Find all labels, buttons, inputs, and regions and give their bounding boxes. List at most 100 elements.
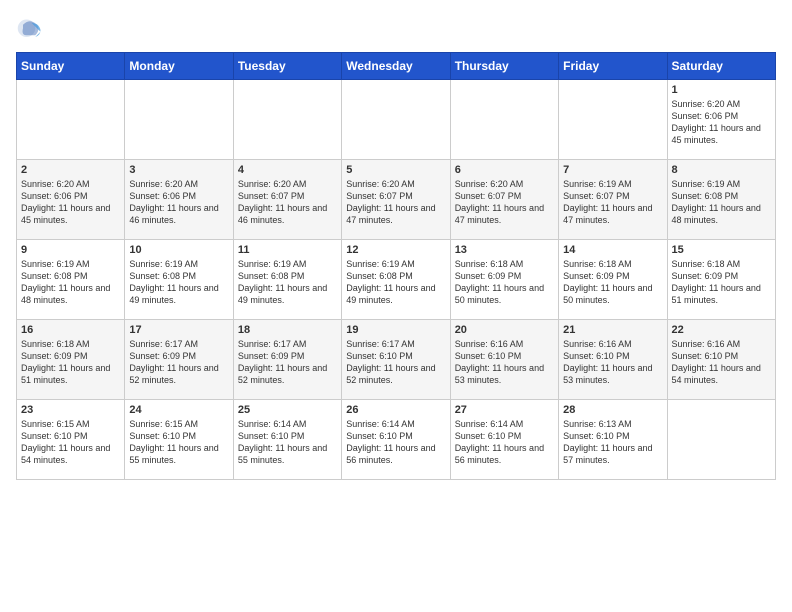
day-info: Sunrise: 6:14 AM Sunset: 6:10 PM Dayligh… [346, 418, 445, 467]
weekday-header-monday: Monday [125, 53, 233, 80]
calendar-cell: 5Sunrise: 6:20 AM Sunset: 6:07 PM Daylig… [342, 160, 450, 240]
day-info: Sunrise: 6:17 AM Sunset: 6:10 PM Dayligh… [346, 338, 445, 387]
day-number: 8 [672, 164, 771, 176]
calendar-cell: 12 Sunrise: 6:19 AM Sunset: 6:08 PM Dayli… [342, 240, 450, 320]
day-info: Sunrise: 6:19 AM Sunset: 6:08 PM Dayligh… [21, 258, 120, 307]
calendar-cell: 7 Sunrise: 6:19 AM Sunset: 6:07 PM Daylig… [559, 160, 667, 240]
calendar-cell: 25Sunrise: 6:14 AM Sunset: 6:10 PM Dayli… [233, 400, 341, 480]
day-info: Sunrise: 6:17 AM Sunset: 6:09 PM Dayligh… [238, 338, 337, 387]
calendar-cell [125, 80, 233, 160]
day-number: 7 [563, 164, 662, 176]
day-number: 26 [346, 404, 445, 416]
calendar-cell [17, 80, 125, 160]
calendar-cell: 26 Sunrise: 6:14 AM Sunset: 6:10 PM Dayli… [342, 400, 450, 480]
calendar-cell: 8 Sunrise: 6:19 AM Sunset: 6:08 PM Daylig… [667, 160, 775, 240]
day-number: 15 [672, 244, 771, 256]
day-number: 16 [21, 324, 120, 336]
calendar-cell: 19 Sunrise: 6:17 AM Sunset: 6:10 PM Dayli… [342, 320, 450, 400]
day-info: Sunrise: 6:20 AM Sunset: 6:07 PM Dayligh… [455, 178, 554, 227]
week-row-3: 16 Sunrise: 6:18 AM Sunset: 6:09 PM Dayli… [17, 320, 776, 400]
calendar-cell: 15 Sunrise: 6:18 AM Sunset: 6:09 PM Dayli… [667, 240, 775, 320]
weekday-row: SundayMondayTuesdayWednesdayThursdayFrid… [17, 53, 776, 80]
day-number: 20 [455, 324, 554, 336]
calendar-cell: 2 Sunrise: 6:20 AM Sunset: 6:06 PM Daylig… [17, 160, 125, 240]
calendar-cell: 14 Sunrise: 6:18 AM Sunset: 6:09 PM Dayli… [559, 240, 667, 320]
day-info: Sunrise: 6:18 AM Sunset: 6:09 PM Dayligh… [672, 258, 771, 307]
calendar-cell: 4 Sunrise: 6:20 AM Sunset: 6:07 PM Daylig… [233, 160, 341, 240]
calendar-body: 1 Sunrise: 6:20 AM Sunset: 6:06 PM Daylig… [17, 80, 776, 480]
calendar-cell: 28 Sunrise: 6:13 AM Sunset: 6:10 PM Dayli… [559, 400, 667, 480]
day-info: Sunrise: 6:19 AM Sunset: 6:08 PM Dayligh… [346, 258, 445, 307]
day-info: Sunrise: 6:19 AM Sunset: 6:08 PM Dayligh… [129, 258, 228, 307]
day-info: Sunrise: 6:14 AM Sunset: 6:10 PM Dayligh… [238, 418, 337, 467]
weekday-header-saturday: Saturday [667, 53, 775, 80]
calendar-cell [233, 80, 341, 160]
calendar-cell: 20 Sunrise: 6:16 AM Sunset: 6:10 PM Dayli… [450, 320, 558, 400]
day-number: 3 [129, 164, 228, 176]
calendar-cell: 16 Sunrise: 6:18 AM Sunset: 6:09 PM Dayli… [17, 320, 125, 400]
day-info: Sunrise: 6:19 AM Sunset: 6:08 PM Dayligh… [672, 178, 771, 227]
calendar-cell [342, 80, 450, 160]
day-info: Sunrise: 6:15 AM Sunset: 6:10 PM Dayligh… [129, 418, 228, 467]
day-info: Sunrise: 6:18 AM Sunset: 6:09 PM Dayligh… [563, 258, 662, 307]
day-info: Sunrise: 6:17 AM Sunset: 6:09 PM Dayligh… [129, 338, 228, 387]
page-header [16, 16, 776, 44]
day-info: Sunrise: 6:19 AM Sunset: 6:07 PM Dayligh… [563, 178, 662, 227]
calendar-cell [667, 400, 775, 480]
day-info: Sunrise: 6:20 AM Sunset: 6:06 PM Dayligh… [21, 178, 120, 227]
weekday-header-sunday: Sunday [17, 53, 125, 80]
day-number: 21 [563, 324, 662, 336]
calendar-cell: 6 Sunrise: 6:20 AM Sunset: 6:07 PM Daylig… [450, 160, 558, 240]
day-number: 5 [346, 164, 445, 176]
day-number: 12 [346, 244, 445, 256]
day-number: 22 [672, 324, 771, 336]
day-number: 11 [238, 244, 337, 256]
calendar-cell: 27 Sunrise: 6:14 AM Sunset: 6:10 PM Dayli… [450, 400, 558, 480]
calendar-cell: 18 Sunrise: 6:17 AM Sunset: 6:09 PM Dayli… [233, 320, 341, 400]
day-number: 9 [21, 244, 120, 256]
day-number: 27 [455, 404, 554, 416]
day-info: Sunrise: 6:20 AM Sunset: 6:06 PM Dayligh… [672, 98, 771, 147]
calendar-cell [450, 80, 558, 160]
calendar-cell: 17 Sunrise: 6:17 AM Sunset: 6:09 PM Dayli… [125, 320, 233, 400]
logo [16, 16, 48, 44]
day-number: 18 [238, 324, 337, 336]
day-number: 19 [346, 324, 445, 336]
day-info: Sunrise: 6:14 AM Sunset: 6:10 PM Dayligh… [455, 418, 554, 467]
day-number: 23 [21, 404, 120, 416]
day-number: 28 [563, 404, 662, 416]
calendar-header: SundayMondayTuesdayWednesdayThursdayFrid… [17, 53, 776, 80]
weekday-header-thursday: Thursday [450, 53, 558, 80]
calendar-cell: 3 Sunrise: 6:20 AM Sunset: 6:06 PM Daylig… [125, 160, 233, 240]
calendar-cell: 10Sunrise: 6:19 AM Sunset: 6:08 PM Dayli… [125, 240, 233, 320]
week-row-2: 9 Sunrise: 6:19 AM Sunset: 6:08 PM Daylig… [17, 240, 776, 320]
day-number: 6 [455, 164, 554, 176]
weekday-header-wednesday: Wednesday [342, 53, 450, 80]
day-number: 13 [455, 244, 554, 256]
week-row-1: 2 Sunrise: 6:20 AM Sunset: 6:06 PM Daylig… [17, 160, 776, 240]
calendar-cell: 11Sunrise: 6:19 AM Sunset: 6:08 PM Dayli… [233, 240, 341, 320]
day-number: 1 [672, 84, 771, 96]
day-info: Sunrise: 6:20 AM Sunset: 6:07 PM Dayligh… [238, 178, 337, 227]
day-info: Sunrise: 6:16 AM Sunset: 6:10 PM Dayligh… [672, 338, 771, 387]
weekday-header-friday: Friday [559, 53, 667, 80]
calendar-cell: 13 Sunrise: 6:18 AM Sunset: 6:09 PM Dayli… [450, 240, 558, 320]
weekday-header-tuesday: Tuesday [233, 53, 341, 80]
day-number: 14 [563, 244, 662, 256]
week-row-0: 1 Sunrise: 6:20 AM Sunset: 6:06 PM Daylig… [17, 80, 776, 160]
calendar-cell: 1 Sunrise: 6:20 AM Sunset: 6:06 PM Daylig… [667, 80, 775, 160]
day-info: Sunrise: 6:13 AM Sunset: 6:10 PM Dayligh… [563, 418, 662, 467]
calendar-cell: 23 Sunrise: 6:15 AM Sunset: 6:10 PM Dayli… [17, 400, 125, 480]
day-number: 2 [21, 164, 120, 176]
day-info: Sunrise: 6:15 AM Sunset: 6:10 PM Dayligh… [21, 418, 120, 467]
calendar-cell: 9 Sunrise: 6:19 AM Sunset: 6:08 PM Daylig… [17, 240, 125, 320]
day-number: 24 [129, 404, 228, 416]
day-number: 4 [238, 164, 337, 176]
day-info: Sunrise: 6:18 AM Sunset: 6:09 PM Dayligh… [21, 338, 120, 387]
day-info: Sunrise: 6:20 AM Sunset: 6:06 PM Dayligh… [129, 178, 228, 227]
logo-icon [16, 16, 44, 44]
day-info: Sunrise: 6:16 AM Sunset: 6:10 PM Dayligh… [563, 338, 662, 387]
day-number: 17 [129, 324, 228, 336]
day-info: Sunrise: 6:16 AM Sunset: 6:10 PM Dayligh… [455, 338, 554, 387]
day-info: Sunrise: 6:18 AM Sunset: 6:09 PM Dayligh… [455, 258, 554, 307]
